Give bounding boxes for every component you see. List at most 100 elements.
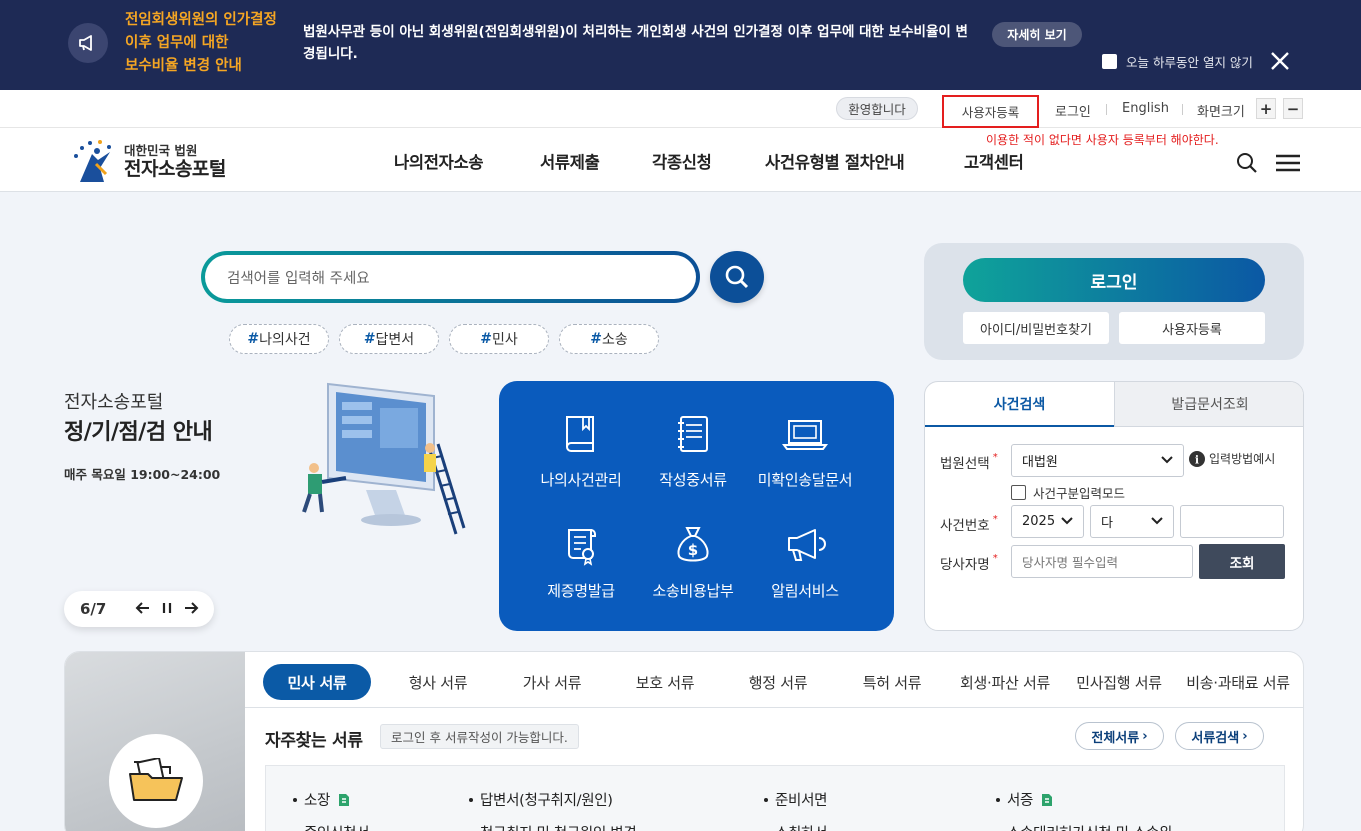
quick-certificates[interactable]: 제증명발급	[516, 524, 646, 624]
notice-more-button[interactable]: 자세히 보기	[992, 22, 1082, 47]
zoom-out-button[interactable]: −	[1283, 98, 1303, 119]
nav-procedure-guide[interactable]: 사건유형별 절차안내	[765, 149, 905, 173]
tag-label: 민사	[491, 332, 518, 348]
divider	[1182, 104, 1183, 115]
megaphone-icon	[788, 529, 826, 561]
list-item[interactable]: 답변서(청구취지/원인)	[469, 789, 613, 810]
register-button[interactable]: 사용자등록	[1119, 312, 1265, 344]
label-text: 당사자명	[940, 557, 990, 573]
util-english-link[interactable]: English	[1122, 101, 1169, 116]
notice-title-line: 전임회생위원의 인가결정	[125, 12, 277, 28]
hide-today-checkbox[interactable]: 오늘 하루동안 열지 않기	[1102, 52, 1253, 71]
divider	[1106, 104, 1107, 115]
tab-family-docs[interactable]: 가사 서류	[497, 664, 607, 700]
site-logo[interactable]: 대한민국 법원 전자소송포털	[70, 138, 250, 186]
case-year-select[interactable]: 2025	[1011, 505, 1084, 538]
quick-drafts[interactable]: 작성중서류	[628, 413, 758, 513]
all-docs-button[interactable]: 전체서류 ›	[1075, 722, 1164, 750]
nav-submit-docs[interactable]: 서류제출	[540, 149, 600, 173]
quick-fee-payment[interactable]: $ 소송비용납부	[628, 524, 758, 624]
list-item[interactable]: 증인신청서	[293, 822, 370, 831]
case-type-value: 다	[1101, 516, 1113, 531]
arrow-right-icon[interactable]	[183, 600, 199, 616]
chevron-right-icon: ›	[1242, 728, 1248, 744]
list-item[interactable]: 청구취지 및 청구원인 변경	[469, 822, 637, 831]
case-search-button[interactable]: 조회	[1199, 544, 1285, 579]
certificate-icon	[568, 529, 596, 566]
tab-civil-docs[interactable]: 민사 서류	[263, 664, 371, 700]
book-icon	[566, 416, 594, 452]
util-login-link[interactable]: 로그인	[1055, 101, 1091, 120]
case-year-value: 2025	[1022, 514, 1056, 529]
laptop-icon	[782, 420, 828, 450]
util-register-link[interactable]: 사용자등록	[942, 95, 1039, 128]
checkbox-box[interactable]	[1011, 485, 1026, 500]
checkbox-box[interactable]	[1102, 54, 1117, 69]
search-tag-answer[interactable]: # 답변서	[339, 324, 439, 354]
nav-applications[interactable]: 각종신청	[652, 149, 712, 173]
doc-item-label: 준비서면	[775, 793, 828, 809]
arrow-left-icon[interactable]	[135, 600, 151, 616]
doc-item-label: 소송대리허가신청 및 소송위	[1007, 822, 1172, 831]
tab-nonlitigation-docs[interactable]: 비송·과태료 서류	[1177, 664, 1299, 700]
tab-case-search[interactable]: 사건검색	[925, 382, 1114, 427]
court-select[interactable]: 대법원	[1011, 444, 1184, 477]
doc-search-label: 서류검색	[1191, 730, 1240, 746]
list-item[interactable]: 소취하서	[764, 822, 827, 831]
tag-label: 나의사건	[259, 332, 311, 348]
search-tag-civil[interactable]: # 민사	[449, 324, 549, 354]
document-icon	[1042, 793, 1053, 806]
menu-icon[interactable]	[1276, 154, 1300, 176]
tab-bankruptcy-docs[interactable]: 회생·파산 서류	[951, 664, 1059, 700]
search-box[interactable]: 검색어를 입력해 주세요	[201, 251, 700, 303]
tab-administrative-docs[interactable]: 행정 서류	[723, 664, 833, 700]
doc-item-label: 증인신청서	[304, 822, 370, 831]
frequent-docs-list: 소장 답변서(청구취지/원인) 준비서면 서증 증인신청서 청구취지 및 청구원…	[265, 765, 1285, 831]
notice-title-line: 보수비율 변경 안내	[125, 58, 242, 74]
find-id-password-button[interactable]: 아이디/비밀번호찾기	[963, 312, 1109, 344]
zoom-in-button[interactable]: +	[1256, 98, 1276, 119]
font-size-label: 화면크기	[1197, 105, 1245, 120]
search-tag-my-case[interactable]: # 나의사건	[229, 324, 329, 354]
frequent-docs-title: 자주찾는 서류	[265, 731, 363, 751]
tab-criminal-docs[interactable]: 형사 서류	[383, 664, 493, 700]
quick-my-case-manage[interactable]: 나의사건관리	[516, 413, 646, 513]
nav-my-ecourt[interactable]: 나의전자소송	[394, 149, 484, 173]
tab-patent-docs[interactable]: 특허 서류	[837, 664, 947, 700]
documents-panel: 민사 서류 형사 서류 가사 서류 보호 서류 행정 서류 특허 서류 회생·파…	[64, 651, 1304, 831]
quick-notification-service[interactable]: 알림서비스	[740, 524, 870, 624]
quick-menu-label: 소송비용납부	[652, 582, 734, 600]
bullet	[469, 797, 473, 802]
list-item[interactable]: 소장	[293, 789, 350, 810]
quick-unconfirmed-docs[interactable]: 미확인송달문서	[740, 413, 870, 513]
maintenance-illustration	[302, 382, 466, 535]
close-icon[interactable]	[1268, 49, 1292, 73]
doc-search-button[interactable]: 서류검색 ›	[1175, 722, 1264, 750]
input-example-link[interactable]: i 입력방법예시	[1189, 450, 1275, 467]
nav-customer-center[interactable]: 고객센터	[964, 149, 1024, 173]
case-type-mode-checkbox[interactable]: 사건구분입력모드	[1011, 483, 1125, 502]
tab-issued-docs[interactable]: 발급문서조회	[1114, 382, 1303, 427]
court-select-label: 법원선택 *	[940, 452, 998, 472]
case-serial-input[interactable]	[1180, 505, 1284, 538]
party-name-input[interactable]: 당사자명 필수입력	[1011, 545, 1193, 578]
quick-menu-label: 미확인송달문서	[757, 471, 853, 489]
list-item[interactable]: 서증	[996, 789, 1053, 810]
case-type-select[interactable]: 다	[1090, 505, 1174, 538]
all-docs-label: 전체서류	[1091, 730, 1140, 746]
list-item[interactable]: 소송대리허가신청 및 소송위	[996, 822, 1172, 831]
quick-menu-panel: 나의사건관리 작성중서류 미확인송달문서 제증명발급 $ 소송비용납부 알림서비…	[499, 381, 894, 631]
login-button[interactable]: 로그인	[963, 258, 1265, 302]
search-tag-lawsuit[interactable]: # 소송	[559, 324, 659, 354]
pause-icon[interactable]	[159, 600, 175, 616]
case-number-label: 사건번호 *	[940, 514, 998, 534]
tab-enforcement-docs[interactable]: 민사집행 서류	[1065, 664, 1173, 700]
tab-protection-docs[interactable]: 보호 서류	[610, 664, 720, 700]
notebook-icon	[678, 416, 708, 452]
search-input[interactable]: 검색어를 입력해 주세요	[205, 255, 696, 299]
search-icon[interactable]	[1236, 152, 1258, 178]
hide-today-label: 오늘 하루동안 열지 않기	[1126, 55, 1253, 70]
doc-item-label: 청구취지 및 청구원인 변경	[480, 822, 637, 831]
list-item[interactable]: 준비서면	[764, 789, 827, 810]
search-button[interactable]	[710, 251, 764, 303]
